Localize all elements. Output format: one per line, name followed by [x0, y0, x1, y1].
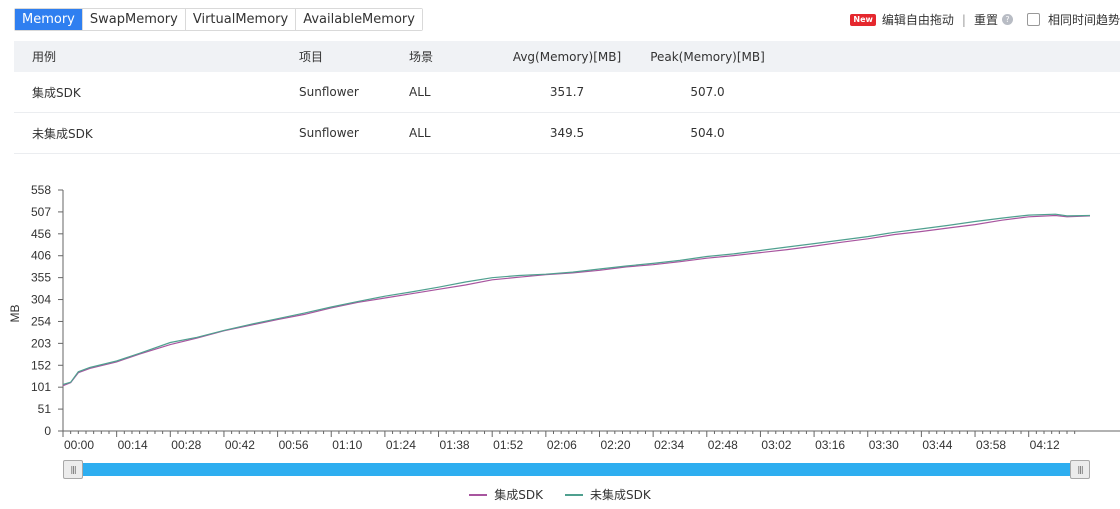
y-tick-label: 0 [44, 424, 51, 438]
y-tick-label: 558 [31, 183, 51, 197]
x-tick-label: 02:06 [547, 438, 577, 452]
cell-peak: 507.0 [635, 72, 780, 113]
same-time-trend-label: 相同时间趋势 [1047, 13, 1120, 27]
x-tick-label: 00:14 [118, 438, 148, 452]
slider-handle-left[interactable]: ||| [63, 460, 83, 479]
x-tick-label: 03:30 [869, 438, 899, 452]
tab-swap-memory[interactable]: SwapMemory [81, 9, 185, 30]
legend-swatch [565, 493, 583, 496]
y-tick-label: 101 [31, 380, 51, 394]
header-scene: 场景 [409, 41, 499, 72]
y-tick-label: 456 [31, 227, 51, 241]
x-tick-label: 03:02 [761, 438, 791, 452]
y-tick-label: 51 [38, 402, 52, 416]
y-tick-label: 304 [31, 293, 51, 307]
series-line-integrated [62, 214, 1091, 387]
legend-item[interactable]: 未集成SDK [565, 486, 651, 503]
x-tick-label: 04:12 [1030, 438, 1060, 452]
cell-peak: 504.0 [635, 112, 780, 154]
y-tick-label: 507 [31, 205, 51, 219]
tab-memory[interactable]: Memory [15, 9, 82, 30]
new-badge: New [850, 13, 876, 26]
y-tick-label: 254 [31, 314, 51, 328]
x-tick-label: 01:52 [493, 438, 523, 452]
y-axis-label: MB [8, 305, 22, 323]
header-spacer [780, 41, 1120, 72]
x-tick-label: 01:24 [386, 438, 416, 452]
cell-avg: 351.7 [499, 72, 635, 113]
table-header-row: 用例 项目 场景 Avg(Memory)[MB] Peak(Memory)[MB… [14, 41, 1120, 72]
memory-summary-table: 用例 项目 场景 Avg(Memory)[MB] Peak(Memory)[MB… [14, 41, 1120, 154]
legend-label: 未集成SDK [590, 488, 651, 502]
x-tick-label: 01:10 [332, 438, 362, 452]
chart-legend: 集成SDK 未集成SDK [0, 486, 1120, 503]
header-case: 用例 [14, 41, 299, 72]
table-row: 未集成SDK Sunflower ALL 349.5 504.0 [14, 112, 1120, 154]
edit-drag-button[interactable]: 编辑自由拖动 [882, 11, 954, 28]
x-tick-label: 00:28 [171, 438, 201, 452]
tab-available-memory[interactable]: AvailableMemory [295, 9, 422, 30]
cell-spacer [780, 112, 1120, 154]
legend-swatch [469, 493, 488, 496]
y-tick-label: 355 [31, 271, 51, 285]
cell-scene: ALL [409, 72, 499, 113]
chart-toolbar: New 编辑自由拖动 | 重置 ? 相同时间趋势 [850, 11, 1120, 28]
toolbar-separator: | [961, 12, 966, 27]
cell-case: 集成SDK [14, 72, 299, 113]
x-tick-label: 03:44 [922, 438, 952, 452]
time-range-slider[interactable]: ||| ||| [63, 460, 1090, 479]
x-tick-label: 02:20 [600, 438, 630, 452]
cell-spacer [780, 72, 1120, 113]
x-tick-label: 00:56 [279, 438, 309, 452]
x-tick-label: 00:00 [64, 438, 94, 452]
header-peak-memory: Peak(Memory)[MB] [635, 41, 780, 72]
slider-handle-right[interactable]: ||| [1070, 460, 1090, 479]
legend-item[interactable]: 集成SDK [469, 486, 543, 503]
x-tick-label: 03:16 [815, 438, 845, 452]
y-tick-label: 203 [31, 336, 51, 350]
slider-selected-range[interactable] [72, 463, 1081, 476]
reset-button[interactable]: 重置 [974, 11, 998, 28]
table-row: 集成SDK Sunflower ALL 351.7 507.0 [14, 72, 1120, 113]
cell-project: Sunflower [299, 72, 409, 113]
same-time-trend-checkbox[interactable] [1026, 13, 1040, 26]
x-tick-label: 02:34 [654, 438, 684, 452]
cell-scene: ALL [409, 112, 499, 154]
header-avg-memory: Avg(Memory)[MB] [499, 41, 635, 72]
cell-avg: 349.5 [499, 112, 635, 154]
metric-tabs: Memory SwapMemory VirtualMemory Availabl… [14, 8, 423, 31]
memory-line-chart: 558 507 456 406 355 304 254 203 152 101 51 0 00:00 00… [8, 183, 1120, 452]
x-tick-label: 03:58 [976, 438, 1006, 452]
tab-virtual-memory[interactable]: VirtualMemory [184, 9, 296, 30]
help-icon[interactable]: ? [1001, 14, 1013, 25]
cell-project: Sunflower [299, 112, 409, 154]
x-tick-label: 01:38 [440, 438, 470, 452]
x-tick-label: 02:48 [708, 438, 738, 452]
cell-case: 未集成SDK [14, 112, 299, 154]
header-project: 项目 [299, 41, 409, 72]
legend-label: 集成SDK [494, 488, 543, 502]
y-tick-label: 152 [31, 358, 51, 372]
x-tick-label: 00:42 [225, 438, 255, 452]
y-tick-label: 406 [31, 249, 51, 263]
series-line-not-integrated [62, 213, 1091, 385]
